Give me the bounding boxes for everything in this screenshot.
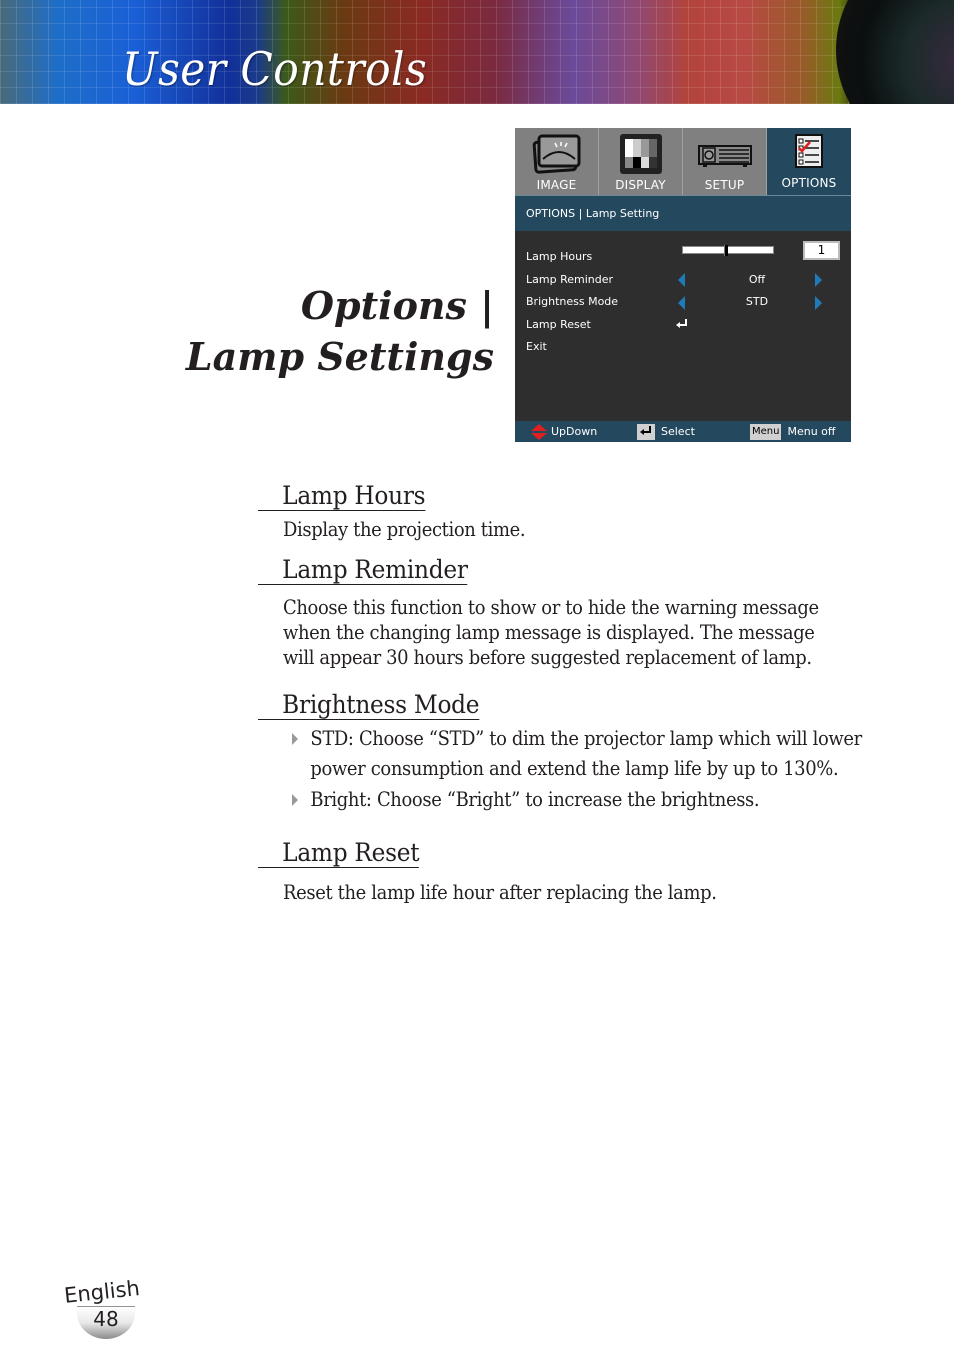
osd-tab-bar: IMAGE DISPLAY SETUP OPTIONS [515, 128, 851, 195]
section-title-line1: Options | [300, 283, 494, 328]
bullet-bright: Bright: Choose “Bright” to increase the … [292, 785, 952, 815]
lamp-hours-value: 1 [803, 241, 840, 260]
brightness-mode-value: STD [745, 295, 769, 308]
projector-lens-image [836, 0, 954, 104]
help-updown-label: UpDown [551, 425, 598, 438]
bullet-bright-text: Bright: Choose “Bright” to increase the … [310, 788, 760, 811]
tab-setup[interactable]: SETUP [683, 128, 767, 195]
page-number: 48 [93, 1307, 119, 1331]
help-updown: UpDown [531, 421, 597, 442]
desc-lamp-hours: Display the projection time. [283, 518, 526, 541]
osd-breadcrumb: OPTIONS | Lamp Setting [515, 195, 851, 231]
osd-help-bar: UpDown Select Menu Menu off [515, 421, 851, 442]
arrow-left-icon[interactable] [678, 296, 685, 310]
section-title-line2: Lamp Settings [185, 334, 494, 379]
heading-lamp-hours: Lamp Hours [258, 482, 426, 511]
slider-thumb [724, 245, 728, 256]
heading-lamp-reset: Lamp Reset [258, 839, 420, 868]
osd-item-exit[interactable]: Exit [526, 340, 547, 353]
bullet-std: STD: Choose “STD” to dim the projector l… [292, 724, 952, 784]
menu-key-icon: Menu [750, 424, 782, 440]
tab-display-label: DISPLAY [615, 178, 666, 192]
help-menu-off-label: Menu off [787, 425, 836, 438]
tab-image[interactable]: IMAGE [515, 128, 599, 195]
enter-icon [676, 319, 687, 328]
bullet-std-text: STD: Choose “STD” to dim the projector l… [310, 727, 862, 780]
osd-item-lamp-reset[interactable]: Lamp Reset [526, 318, 591, 331]
arrow-left-icon[interactable] [678, 273, 685, 287]
page-header-title: User Controls [122, 42, 428, 96]
display-icon [619, 134, 662, 174]
osd-item-lamp-hours[interactable]: Lamp Hours [526, 250, 592, 263]
header-banner: User Controls [0, 0, 954, 104]
updown-icon [531, 424, 547, 440]
footer-language: English [62, 1276, 141, 1308]
tab-display[interactable]: DISPLAY [599, 128, 683, 195]
osd-menu: IMAGE DISPLAY SETUP OPTIONS OPTIONS | La… [515, 128, 851, 442]
help-select-label: Select [661, 425, 695, 438]
desc-lamp-reminder: Choose this function to show or to hide … [283, 596, 819, 669]
checklist-icon [795, 134, 823, 168]
osd-item-lamp-reminder[interactable]: Lamp Reminder [526, 273, 613, 286]
heading-lamp-reminder: Lamp Reminder [258, 556, 468, 585]
desc-lamp-reset: Reset the lamp life hour after replacing… [283, 881, 717, 904]
section-title: Options | Lamp Settings [186, 280, 494, 382]
page-number-badge: 48 [77, 1306, 135, 1339]
tab-setup-label: SETUP [704, 178, 745, 192]
help-select: Select [637, 421, 695, 442]
help-menu-off: Menu Menu off [750, 421, 835, 442]
lamp-reminder-value: Off [748, 273, 766, 286]
osd-item-brightness-mode[interactable]: Brightness Mode [526, 295, 618, 308]
heading-brightness-mode: Brightness Mode [258, 691, 480, 720]
lamp-hours-slider [682, 245, 774, 256]
tab-options[interactable]: OPTIONS [767, 128, 851, 195]
tab-options-label: OPTIONS [781, 176, 837, 190]
tab-image-label: IMAGE [536, 178, 577, 192]
osd-menu-body: Lamp Hours 1 Lamp Reminder Off Brightnes… [515, 231, 851, 421]
enter-key-icon [637, 424, 655, 440]
arrow-right-icon[interactable] [815, 296, 822, 310]
image-icon [532, 134, 580, 174]
projector-icon [697, 145, 752, 167]
arrow-right-icon[interactable] [815, 273, 822, 287]
